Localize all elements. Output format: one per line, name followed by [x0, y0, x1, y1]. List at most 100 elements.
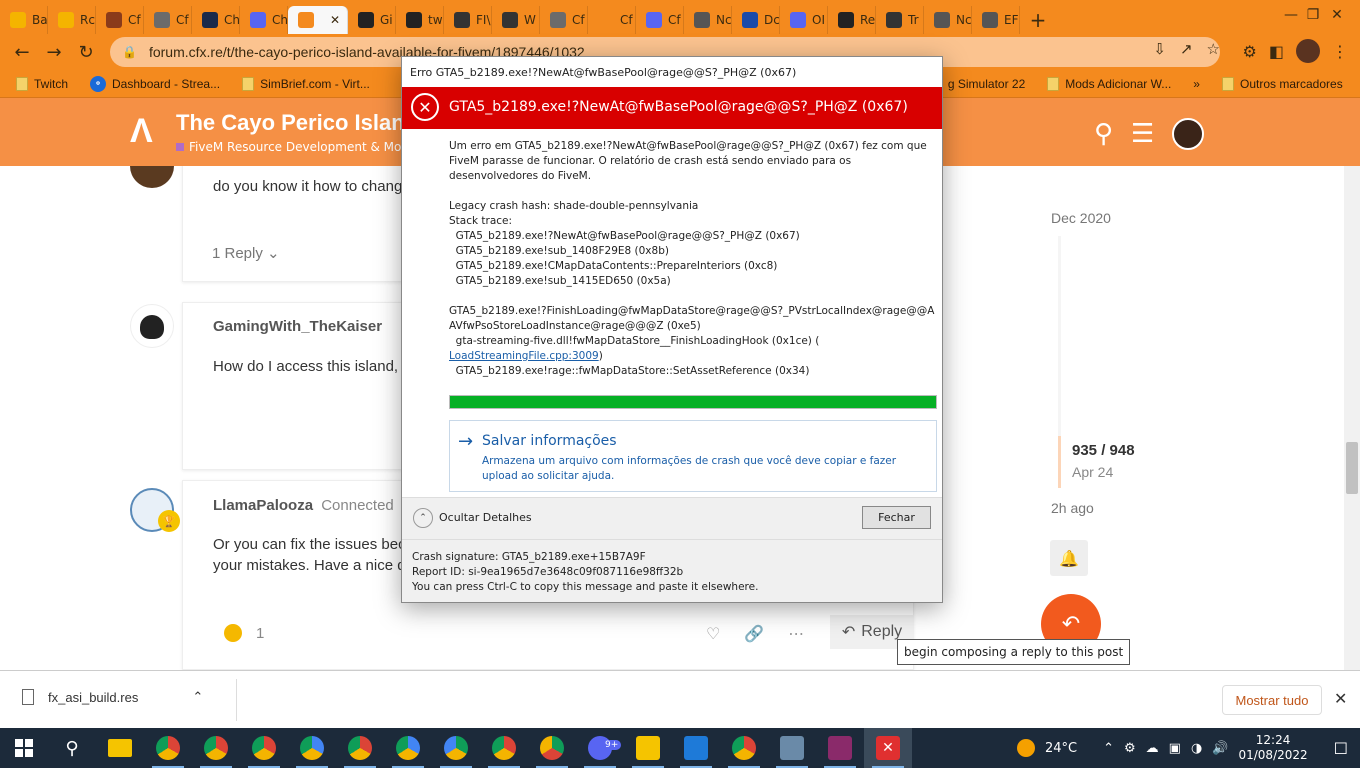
dialog-titlebar[interactable]: Erro GTA5_b2189.exe!?NewAt@fwBasePool@ra… [402, 57, 942, 87]
tab[interactable]: Rc [48, 6, 96, 34]
heart-icon[interactable]: ♡ [706, 624, 720, 643]
bell-icon[interactable]: 🔔 [1050, 540, 1088, 576]
sidebar-icon[interactable]: ◧ [1269, 42, 1284, 61]
replies-toggle[interactable]: 1 Reply ⌄ [212, 244, 280, 262]
tab[interactable]: Cf [636, 6, 684, 34]
tab[interactable]: Nc [684, 6, 732, 34]
cfx-logo-icon[interactable]: Λ [130, 112, 166, 152]
tab[interactable]: Ch [240, 6, 288, 34]
steam-icon[interactable]: ⚙ [1124, 741, 1136, 756]
user-avatar[interactable] [1172, 118, 1205, 150]
bookmark-simbrief[interactable]: SimBrief.com - Virt... [242, 76, 370, 91]
link-icon[interactable]: 🔗 [744, 624, 764, 643]
winrar-icon[interactable] [816, 728, 864, 768]
bookmark-dashboard[interactable]: ⚬ Dashboard - Strea... [90, 75, 220, 92]
close-button[interactable]: Fechar [862, 506, 931, 529]
timeline-end[interactable]: 2h ago [1051, 500, 1094, 516]
new-tab-button[interactable]: + [1020, 6, 1056, 34]
bookmark-simulator[interactable]: g Simulator 22 [948, 77, 1025, 91]
hide-details-toggle[interactable]: Ocultar Detalhes [439, 511, 532, 524]
avatar[interactable] [130, 166, 174, 188]
timeline-handle[interactable] [1058, 436, 1061, 488]
download-item[interactable]: fx_asi_build.res ⌃ [22, 689, 203, 705]
bookmarks-overflow[interactable]: » [1193, 77, 1200, 91]
show-all-button[interactable]: Mostrar tudo [1222, 685, 1322, 715]
discord-icon[interactable]: 9+ [576, 728, 624, 768]
source-link[interactable]: LoadStreamingFile.cpp:3009 [449, 350, 599, 362]
network-warning-icon[interactable]: ☁ [1146, 741, 1159, 756]
bookmark-mods[interactable]: Mods Adicionar W... [1047, 76, 1171, 91]
more-icon[interactable]: ⋯ [788, 624, 804, 643]
bookmark-twitch[interactable]: Twitch [16, 76, 68, 91]
tab[interactable]: OI [780, 6, 828, 34]
chrome-icon[interactable] [384, 728, 432, 768]
close-tab-icon[interactable]: ✕ [330, 13, 340, 27]
username[interactable]: LlamaPalooza Connected [213, 497, 394, 514]
weather-sun-icon[interactable] [1016, 739, 1035, 757]
start-icon[interactable] [0, 728, 48, 768]
ethernet-icon[interactable]: ▣ [1169, 741, 1181, 756]
scrollbar[interactable] [1344, 166, 1360, 670]
tab[interactable]: Re [828, 6, 876, 34]
volume-icon[interactable]: 🔊 [1212, 741, 1228, 756]
notifications-icon[interactable]: ☐ [1334, 739, 1348, 758]
search-icon[interactable]: ⚲ [48, 728, 96, 768]
game-launcher-icon[interactable] [768, 728, 816, 768]
extensions-icon[interactable]: ⚙ [1243, 42, 1257, 61]
avatar[interactable] [130, 304, 174, 348]
clock[interactable]: 12:24 01/08/2022 [1238, 733, 1307, 763]
chrome-icon[interactable] [336, 728, 384, 768]
chrome-icon[interactable] [144, 728, 192, 768]
save-info-button[interactable]: → Salvar informações Armazena um arquivo… [449, 420, 937, 492]
rockstar-icon[interactable] [624, 728, 672, 768]
tab[interactable]: Tr [876, 6, 924, 34]
crash-dialog-icon[interactable]: ✕ [864, 728, 912, 768]
forward-icon[interactable]: → [38, 36, 70, 68]
chrome-icon[interactable] [288, 728, 336, 768]
chevron-up-icon[interactable]: ⌃ [413, 508, 433, 528]
tab[interactable]: Dc [732, 6, 780, 34]
profile-avatar[interactable] [1296, 39, 1320, 63]
hamburger-icon[interactable]: ☰ [1131, 119, 1154, 149]
file-explorer-icon[interactable] [96, 728, 144, 768]
menu-icon[interactable]: ⋮ [1332, 42, 1348, 61]
chrome-icon[interactable] [528, 728, 576, 768]
tab[interactable]: Ch [192, 6, 240, 34]
chrome-icon[interactable] [480, 728, 528, 768]
tab[interactable]: Ba [0, 6, 48, 34]
vscode-icon[interactable] [672, 728, 720, 768]
wifi-icon[interactable]: ◑ [1191, 741, 1202, 756]
tab[interactable]: Cf [96, 6, 144, 34]
close-window-icon[interactable]: ✕ [1314, 0, 1360, 30]
tab[interactable]: Nc [924, 6, 972, 34]
tab[interactable]: Cf [144, 6, 192, 34]
tab[interactable]: ✕ [288, 6, 348, 34]
search-icon[interactable]: ⚲ [1094, 119, 1113, 149]
tab[interactable]: FI\ [444, 6, 492, 34]
bookmark-star-icon[interactable]: ☆ [1207, 40, 1220, 58]
back-icon[interactable]: ← [6, 36, 38, 68]
tab[interactable]: Cf [588, 6, 636, 34]
tab[interactable]: Cf [540, 6, 588, 34]
weather-temp[interactable]: 24°C [1045, 741, 1077, 756]
tab[interactable]: Gi [348, 6, 396, 34]
chrome-icon[interactable] [432, 728, 480, 768]
chevron-up-icon[interactable]: ⌃ [192, 689, 203, 705]
chevron-up-icon[interactable]: ⌃ [1103, 741, 1114, 756]
chrome-icon[interactable] [240, 728, 288, 768]
install-icon[interactable]: ⇩ [1153, 40, 1166, 58]
tab[interactable]: EF [972, 6, 1020, 34]
share-icon[interactable]: ↗ [1180, 40, 1193, 58]
chrome-icon[interactable] [192, 728, 240, 768]
topic-title[interactable]: The Cayo Perico Islan [176, 110, 405, 136]
chrome-icon[interactable] [720, 728, 768, 768]
tab[interactable]: tw [396, 6, 444, 34]
username[interactable]: GamingWith_TheKaiser [213, 318, 382, 335]
bookmark-other[interactable]: Outros marcadores [1221, 76, 1343, 91]
close-icon[interactable]: ✕ [1334, 689, 1347, 708]
topic-category[interactable]: FiveM Resource Development & Mod [176, 140, 409, 154]
reload-icon[interactable]: ↻ [70, 36, 102, 68]
scrollbar-thumb[interactable] [1346, 442, 1358, 494]
reaction[interactable]: 1 [224, 624, 264, 642]
timeline-start[interactable]: Dec 2020 [1051, 210, 1111, 226]
